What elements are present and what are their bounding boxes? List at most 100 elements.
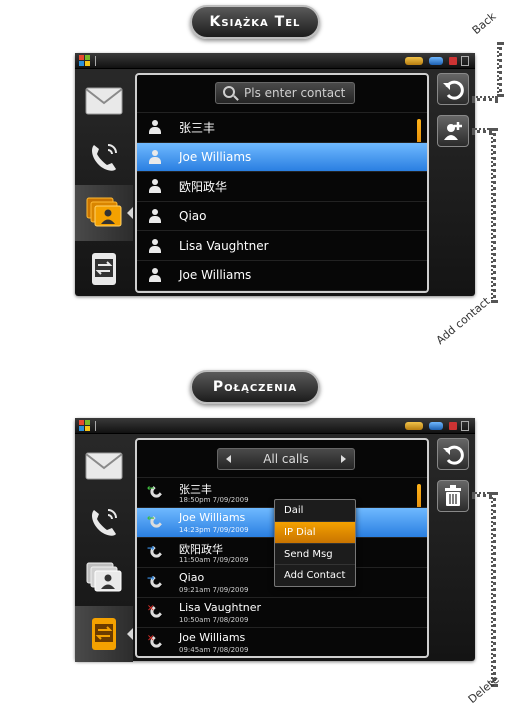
missed-call-icon: ✕ [147,605,163,621]
call-log-icon [92,253,116,285]
back-icon [443,80,464,100]
menu-item-add-contact[interactable]: Add Contact [275,565,355,587]
call-time: 18:50pm 7/09/2009 [179,496,249,504]
caller-name: Lisa Vaughtner [179,601,262,614]
add-contact-leader-line-vertical [491,128,496,303]
status-divider [95,421,96,431]
outgoing-call-icon: → [147,575,163,591]
sidebar-item-messages[interactable] [75,438,133,494]
envelope-icon [85,87,123,115]
delete-annotation: Delete [465,672,502,706]
add-contact-annotation: Add contact [433,294,493,347]
sidebar-item-calls[interactable] [75,129,133,185]
table-row[interactable]: ✕ Lisa Vaughtner 10:50am 7/08/2009 [137,598,427,628]
contact-name: Lisa Vaughtner [179,238,269,253]
sidebar-item-messages[interactable] [75,73,133,129]
search-input[interactable]: Pls enter contact [215,82,355,104]
list-item[interactable]: Joe Williams [137,261,427,291]
sidebar-item-call-log[interactable] [75,606,133,662]
section-title-phonebook: Książka Tel [190,5,320,39]
person-icon [149,120,161,135]
back-leader-line [472,96,498,101]
contacts-icon [86,197,122,227]
chevron-left-icon[interactable] [226,455,231,463]
status-bar [75,53,475,69]
close-icon[interactable] [449,57,457,65]
call-log-icon [92,618,116,650]
left-sidebar [75,69,133,296]
list-item[interactable]: Qiao [137,202,427,232]
back-annotation: Back [469,9,499,38]
list-item[interactable]: Lisa Vaughtner [137,231,427,261]
close-icon[interactable] [449,422,457,430]
call-time: 11:50am 7/09/2009 [179,556,249,564]
sidebar-item-call-log[interactable] [75,241,133,297]
start-flag-icon[interactable] [79,55,91,67]
menu-item-ip-dial[interactable]: IP Dial [275,521,355,544]
status-bar [75,418,475,434]
call-time: 09:21am 7/09/2009 [179,586,249,594]
device-phonebook: Pls enter contact 张三丰 Joe Williams 欧阳政华 … [75,53,475,296]
delete-icon [445,485,461,506]
phone-icon [92,144,117,171]
sidebar-item-contacts[interactable] [75,185,133,241]
caller-name: 欧阳政华 [179,543,223,556]
section-title-calls: Połączenia [190,370,320,404]
person-icon [149,238,161,253]
sidebar-item-calls[interactable] [75,494,133,550]
list-item[interactable]: 欧阳政华 [137,172,427,202]
call-time: 09:45am 7/08/2009 [179,646,249,654]
chevron-right-icon[interactable] [341,455,346,463]
volume-icon[interactable] [461,56,469,66]
contact-name: 张三丰 [179,120,216,135]
person-icon [149,149,161,164]
call-time: 14:23pm 7/09/2009 [179,526,249,534]
table-row[interactable]: ✕ Joe Williams 09:45am 7/08/2009 [137,628,427,656]
person-icon [149,209,161,224]
add-contact-button[interactable] [437,115,469,147]
phone-icon [92,509,117,536]
back-button[interactable] [437,438,469,470]
volume-icon[interactable] [461,421,469,431]
add-contact-leader-line [472,128,492,133]
caller-name: Joe Williams [179,511,246,524]
incoming-call-icon: ← [147,485,163,501]
menu-item-dial[interactable]: Dail [275,500,355,522]
left-sidebar [75,434,133,662]
delete-leader-line-vertical [491,492,496,687]
outgoing-call-icon: → [147,545,163,561]
delete-button[interactable] [437,480,469,512]
call-filter-selector[interactable]: All calls [217,448,355,470]
contact-name: Joe Williams [179,268,252,283]
sidebar-item-contacts[interactable] [75,550,133,606]
missed-call-icon: ✕ [147,635,163,651]
caller-name: 张三丰 [179,483,212,496]
person-icon [149,268,161,283]
page: Książka Tel Pls enter contact 张三丰 Joe Wi… [0,0,520,709]
search-icon [223,86,235,98]
caller-name: Joe Williams [179,631,246,644]
contact-name: Joe Williams [179,149,252,164]
signal-icon [429,422,443,430]
filter-header: All calls [137,440,427,478]
search-placeholder: Pls enter contact [244,86,346,100]
add-contact-icon [444,122,462,140]
signal-icon [429,57,443,65]
menu-item-send-msg[interactable]: Send Msg [275,544,355,566]
back-button[interactable] [437,73,469,105]
start-flag-icon[interactable] [79,420,91,432]
status-divider [95,56,96,66]
call-time: 10:50am 7/08/2009 [179,616,249,624]
contacts-icon [86,562,122,592]
delete-leader-line [472,492,492,497]
back-icon [443,445,464,465]
battery-icon [405,57,423,65]
contacts-screen: Pls enter contact 张三丰 Joe Williams 欧阳政华 … [135,73,429,293]
list-item[interactable]: Joe Williams [137,142,427,173]
list-item[interactable]: 张三丰 [137,113,427,143]
back-leader-line-vertical [497,42,502,97]
call-context-menu: Dail IP Dial Send Msg Add Contact [274,499,356,587]
person-icon [149,179,161,194]
incoming-call-icon: ← [147,515,163,531]
battery-icon [405,422,423,430]
